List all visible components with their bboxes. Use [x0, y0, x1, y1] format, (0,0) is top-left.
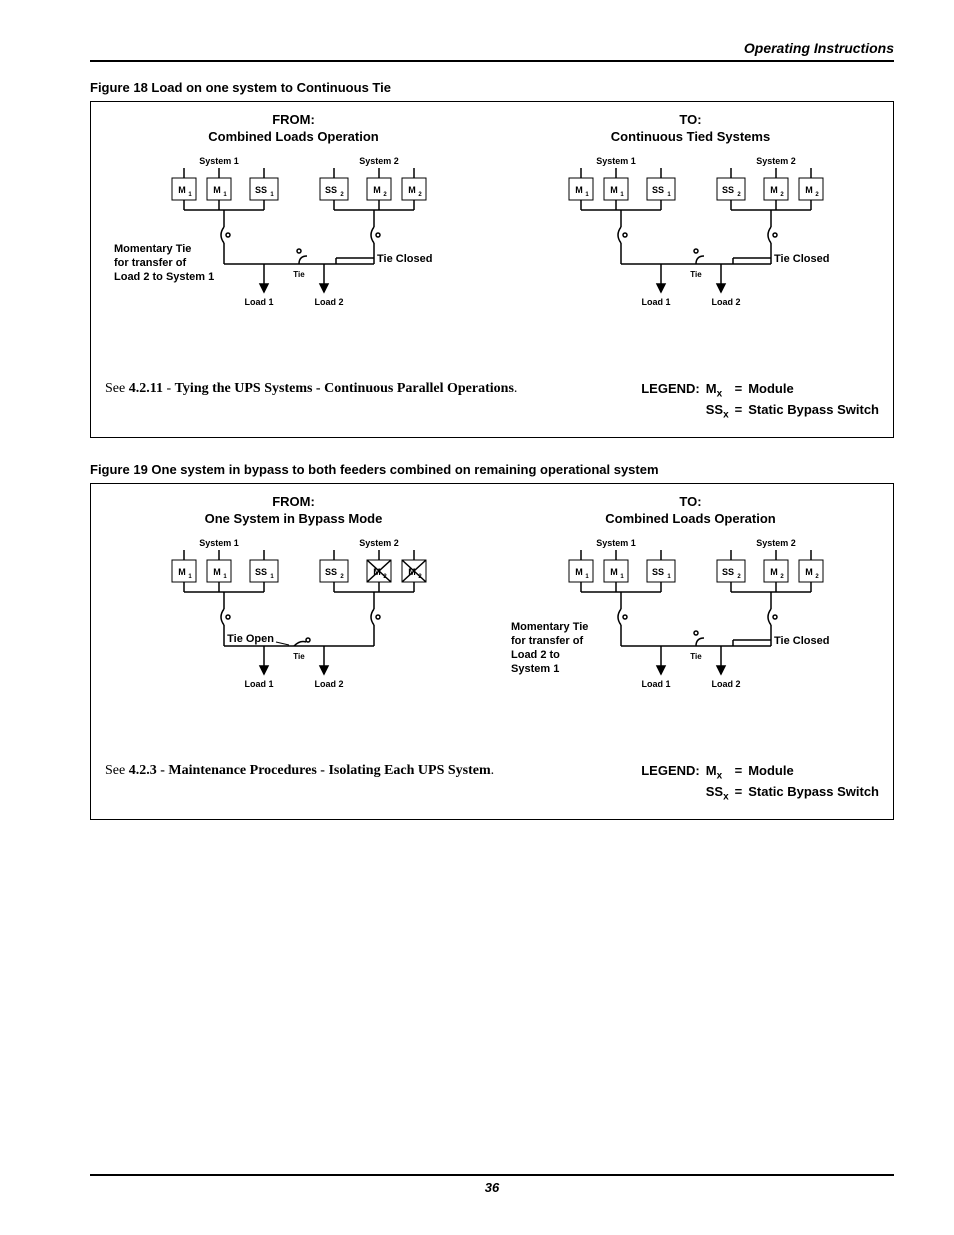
fig19-right-svg: System 1 System 2 M1 M1 SS1 SS2 M2 M2 — [511, 534, 871, 734]
svg-text:System 2: System 2 — [359, 156, 399, 166]
svg-text:Load 2: Load 2 — [314, 679, 343, 689]
page-footer: 36 — [90, 1174, 894, 1195]
svg-text:M: M — [213, 185, 221, 195]
svg-text:M: M — [770, 185, 778, 195]
svg-text:Tie: Tie — [690, 652, 702, 661]
svg-text:M: M — [373, 185, 381, 195]
svg-text:Tie Open: Tie Open — [227, 633, 274, 645]
svg-text:Load 1: Load 1 — [244, 679, 273, 689]
figure19-right-diagram: TO: Combined Loads Operation System 1 Sy… — [502, 494, 879, 734]
figure19-title: Figure 19 One system in bypass to both f… — [90, 462, 894, 477]
fig18-to-l2: Continuous Tied Systems — [611, 129, 770, 144]
fig19-from-l2: One System in Bypass Mode — [205, 511, 383, 526]
figure18-left-diagram: FROM: Combined Loads Operation System 1 … — [105, 112, 482, 352]
header-rule — [90, 60, 894, 62]
page-number: 36 — [485, 1180, 499, 1195]
svg-text:M: M — [770, 567, 778, 577]
svg-text:System 2: System 2 — [359, 538, 399, 548]
svg-text:M: M — [178, 567, 186, 577]
fig18-left-svg: System 1 System 2 M1 M1 SS1 SS2 M2 M2 — [114, 152, 474, 352]
svg-text:Momentary Tie for tr: Momentary Tie for transfer of Load 2 to … — [114, 243, 214, 283]
fig19-to-l2: Combined Loads Operation — [605, 511, 775, 526]
svg-text:Load 1: Load 1 — [244, 297, 273, 307]
svg-text:SS: SS — [324, 185, 336, 195]
svg-text:M: M — [805, 185, 813, 195]
fig18-from-l2: Combined Loads Operation — [208, 129, 378, 144]
svg-text:M: M — [610, 185, 618, 195]
fig18-legend: LEGEND: Mx = Module SSx = Static Bypass … — [641, 380, 879, 423]
svg-text:Load 1: Load 1 — [641, 297, 670, 307]
section-header: Operating Instructions — [90, 40, 894, 56]
svg-text:Load 1: Load 1 — [641, 679, 670, 689]
figure19-box: FROM: One System in Bypass Mode System 1… — [90, 483, 894, 820]
svg-text:SS: SS — [651, 567, 663, 577]
figure19-left-diagram: FROM: One System in Bypass Mode System 1… — [105, 494, 482, 734]
figure18-right-diagram: TO: Continuous Tied Systems System 1 Sys… — [502, 112, 879, 352]
fig18-reference-text: See 4.2.11 - Tying the UPS Systems - Con… — [105, 380, 517, 399]
figure18-box: FROM: Combined Loads Operation System 1 … — [90, 101, 894, 438]
svg-text:Tie: Tie — [690, 270, 702, 279]
svg-text:SS: SS — [721, 185, 733, 195]
fig19-left-svg: System 1 System 2 M1 M1 SS1 SS2 M2 M2 — [114, 534, 474, 734]
svg-text:M: M — [610, 567, 618, 577]
svg-text:Tie Closed: Tie Closed — [377, 253, 432, 265]
svg-text:Tie: Tie — [293, 652, 305, 661]
svg-text:SS: SS — [254, 567, 266, 577]
svg-text:Tie Closed: Tie Closed — [774, 253, 829, 265]
svg-text:M: M — [178, 185, 186, 195]
svg-text:Load 2: Load 2 — [711, 297, 740, 307]
svg-text:Tie Closed: Tie Closed — [774, 635, 829, 647]
svg-text:SS: SS — [254, 185, 266, 195]
figure18-title: Figure 18 Load on one system to Continuo… — [90, 80, 894, 95]
svg-text:Tie: Tie — [293, 270, 305, 279]
fig18-right-svg: System 1 System 2 M1 M1 SS1 SS2 M2 M2 — [511, 152, 871, 352]
fig19-reference-text: See 4.2.3 - Maintenance Procedures - Iso… — [105, 762, 494, 781]
fig19-from-l1: FROM: — [272, 494, 315, 509]
fig19-legend: LEGEND: Mx = Module SSx = Static Bypass … — [641, 762, 879, 805]
svg-text:SS: SS — [324, 567, 336, 577]
svg-text:System 2: System 2 — [756, 156, 796, 166]
svg-text:M: M — [408, 185, 416, 195]
svg-text:Load 2: Load 2 — [711, 679, 740, 689]
svg-text:M: M — [213, 567, 221, 577]
svg-text:System 1: System 1 — [596, 538, 636, 548]
svg-text:System 2: System 2 — [756, 538, 796, 548]
svg-text:SS: SS — [721, 567, 733, 577]
svg-text:System 1: System 1 — [199, 538, 239, 548]
fig18-to-l1: TO: — [679, 112, 701, 127]
svg-text:Load 2: Load 2 — [314, 297, 343, 307]
svg-text:System 1: System 1 — [199, 156, 239, 166]
fig19-to-l1: TO: — [679, 494, 701, 509]
svg-text:M: M — [805, 567, 813, 577]
svg-text:M: M — [575, 185, 583, 195]
svg-text:Momentary Tie for tr: Momentary Tie for transfer of Load 2 to … — [511, 621, 592, 675]
svg-text:SS: SS — [651, 185, 663, 195]
fig18-from-l1: FROM: — [272, 112, 315, 127]
svg-text:M: M — [575, 567, 583, 577]
svg-text:System 1: System 1 — [596, 156, 636, 166]
